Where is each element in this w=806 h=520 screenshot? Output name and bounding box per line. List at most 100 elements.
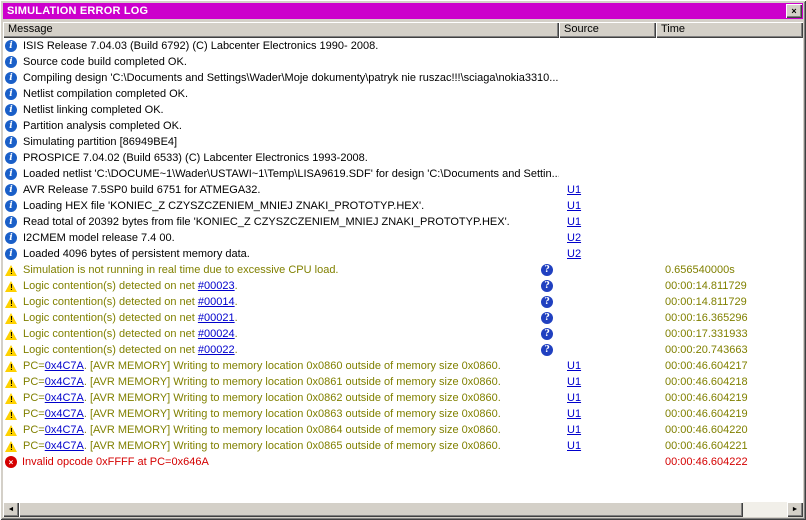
log-row[interactable]: i ISIS Release 7.04.03 (Build 6792) (C) …: [3, 38, 803, 54]
source-link[interactable]: U1: [567, 216, 581, 228]
help-icon[interactable]: ?: [541, 344, 553, 356]
message-cell: i Simulating partition [86949BE4]: [3, 136, 559, 148]
log-row[interactable]: ! Logic contention(s) detected on net #0…: [3, 310, 803, 326]
message-cell: ! PC= 0x4C7A . [AVR MEMORY] Writing to m…: [3, 408, 559, 421]
info-icon: i: [5, 200, 17, 212]
message-link[interactable]: #00023: [198, 280, 235, 292]
message-cell: i Source code build completed OK.: [3, 56, 559, 68]
source-link[interactable]: U1: [567, 440, 581, 452]
source-link[interactable]: U1: [567, 408, 581, 420]
source-link[interactable]: U2: [567, 248, 581, 260]
source-link[interactable]: U1: [567, 184, 581, 196]
log-row[interactable]: i Netlist compilation completed OK.: [3, 86, 803, 102]
info-icon: i: [5, 136, 17, 148]
message-text: PC=: [23, 376, 45, 388]
message-text: Simulating partition [86949BE4]: [23, 136, 178, 148]
warning-icon: !: [5, 360, 18, 373]
log-row[interactable]: i Loaded netlist 'C:\DOCUME~1\Wader\USTA…: [3, 166, 803, 182]
message-cell: i Partition analysis completed OK.: [3, 120, 559, 132]
log-row[interactable]: i PROSPICE 7.04.02 (Build 6533) (C) Labc…: [3, 150, 803, 166]
message-text: Logic contention(s) detected on net: [23, 312, 198, 324]
close-icon[interactable]: ×: [786, 4, 802, 18]
message-link[interactable]: 0x4C7A: [45, 440, 84, 452]
titlebar[interactable]: SIMULATION ERROR LOG ×: [3, 3, 803, 19]
log-row[interactable]: i Loaded 4096 bytes of persistent memory…: [3, 246, 803, 262]
info-icon: i: [5, 184, 17, 196]
log-row[interactable]: i Compiling design 'C:\Documents and Set…: [3, 70, 803, 86]
log-row[interactable]: ! Logic contention(s) detected on net #0…: [3, 326, 803, 342]
log-row[interactable]: ! PC= 0x4C7A . [AVR MEMORY] Writing to m…: [3, 422, 803, 438]
message-text-post: .: [234, 296, 238, 308]
time-cell: 00:00:14.811729: [665, 280, 747, 292]
scroll-left-icon[interactable]: ◄: [3, 502, 19, 517]
column-header-time[interactable]: Time: [656, 22, 803, 38]
log-row[interactable]: ! Logic contention(s) detected on net #0…: [3, 278, 803, 294]
warning-icon: !: [5, 264, 18, 277]
log-row[interactable]: i Loading HEX file 'KONIEC_Z CZYSZCZENIE…: [3, 198, 803, 214]
log-row[interactable]: i AVR Release 7.5SP0 build 6751 for ATME…: [3, 182, 803, 198]
log-row[interactable]: ! PC= 0x4C7A . [AVR MEMORY] Writing to m…: [3, 390, 803, 406]
message-cell: ! Logic contention(s) detected on net #0…: [3, 296, 559, 309]
simulation-error-log-window: SIMULATION ERROR LOG × Message Source Ti…: [0, 0, 806, 520]
info-icon: i: [5, 216, 17, 228]
log-list: i ISIS Release 7.04.03 (Build 6792) (C) …: [3, 38, 803, 502]
message-text: Loaded netlist 'C:\DOCUME~1\Wader\USTAWI…: [23, 168, 559, 180]
message-text: PC=: [23, 408, 45, 420]
warning-icon: !: [5, 376, 18, 389]
log-row[interactable]: ! Simulation is not running in real time…: [3, 262, 803, 278]
log-row[interactable]: i Source code build completed OK.: [3, 54, 803, 70]
message-cell: i I2CMEM model release 7.4 00.: [3, 232, 559, 244]
time-cell: 00:00:14.811729: [665, 296, 747, 308]
log-row[interactable]: i Read total of 20392 bytes from file 'K…: [3, 214, 803, 230]
log-row[interactable]: i I2CMEM model release 7.4 00. U2: [3, 230, 803, 246]
log-row[interactable]: ! Logic contention(s) detected on net #0…: [3, 294, 803, 310]
source-link[interactable]: U1: [567, 424, 581, 436]
source-link[interactable]: U1: [567, 360, 581, 372]
column-header-source[interactable]: Source: [559, 22, 656, 38]
error-icon: ×: [5, 456, 17, 468]
message-link[interactable]: #00024: [198, 328, 235, 340]
info-icon: i: [5, 248, 17, 260]
scroll-thumb[interactable]: [19, 502, 743, 517]
log-row[interactable]: ! Logic contention(s) detected on net #0…: [3, 342, 803, 358]
message-cell: i Compiling design 'C:\Documents and Set…: [3, 72, 559, 84]
info-icon: i: [5, 56, 17, 68]
message-cell: i Read total of 20392 bytes from file 'K…: [3, 216, 559, 228]
help-icon[interactable]: ?: [541, 280, 553, 292]
message-link[interactable]: #00022: [198, 344, 235, 356]
help-icon[interactable]: ?: [541, 328, 553, 340]
source-link[interactable]: U1: [567, 200, 581, 212]
message-text: Netlist linking completed OK.: [23, 104, 164, 116]
source-link[interactable]: U2: [567, 232, 581, 244]
log-row[interactable]: ! PC= 0x4C7A . [AVR MEMORY] Writing to m…: [3, 438, 803, 454]
time-cell: 00:00:20.743663: [665, 344, 748, 356]
source-link[interactable]: U1: [567, 392, 581, 404]
help-icon[interactable]: ?: [541, 264, 553, 276]
log-row[interactable]: × Invalid opcode 0xFFFF at PC=0x646A 00:…: [3, 454, 803, 470]
help-icon[interactable]: ?: [541, 296, 553, 308]
log-row[interactable]: ! PC= 0x4C7A . [AVR MEMORY] Writing to m…: [3, 406, 803, 422]
message-link[interactable]: 0x4C7A: [45, 392, 84, 404]
column-header-message[interactable]: Message: [3, 22, 559, 38]
log-row[interactable]: i Partition analysis completed OK.: [3, 118, 803, 134]
scroll-track[interactable]: [743, 502, 787, 517]
log-row[interactable]: i Netlist linking completed OK.: [3, 102, 803, 118]
time-cell: 00:00:17.331933: [665, 328, 748, 340]
message-link[interactable]: 0x4C7A: [45, 408, 84, 420]
message-link[interactable]: 0x4C7A: [45, 376, 84, 388]
help-icon[interactable]: ?: [541, 312, 553, 324]
log-row[interactable]: ! PC= 0x4C7A . [AVR MEMORY] Writing to m…: [3, 358, 803, 374]
message-text: ISIS Release 7.04.03 (Build 6792) (C) La…: [23, 40, 379, 52]
message-link[interactable]: 0x4C7A: [45, 424, 84, 436]
warning-icon: !: [5, 440, 18, 453]
source-link[interactable]: U1: [567, 376, 581, 388]
message-link[interactable]: #00021: [198, 312, 235, 324]
horizontal-scrollbar[interactable]: ◄ ►: [3, 502, 803, 517]
message-link[interactable]: #00014: [198, 296, 235, 308]
message-link[interactable]: 0x4C7A: [45, 360, 84, 372]
log-row[interactable]: ! PC= 0x4C7A . [AVR MEMORY] Writing to m…: [3, 374, 803, 390]
log-row[interactable]: i Simulating partition [86949BE4]: [3, 134, 803, 150]
message-text-post: .: [234, 344, 238, 356]
scroll-right-icon[interactable]: ►: [787, 502, 803, 517]
info-icon: i: [5, 120, 17, 132]
